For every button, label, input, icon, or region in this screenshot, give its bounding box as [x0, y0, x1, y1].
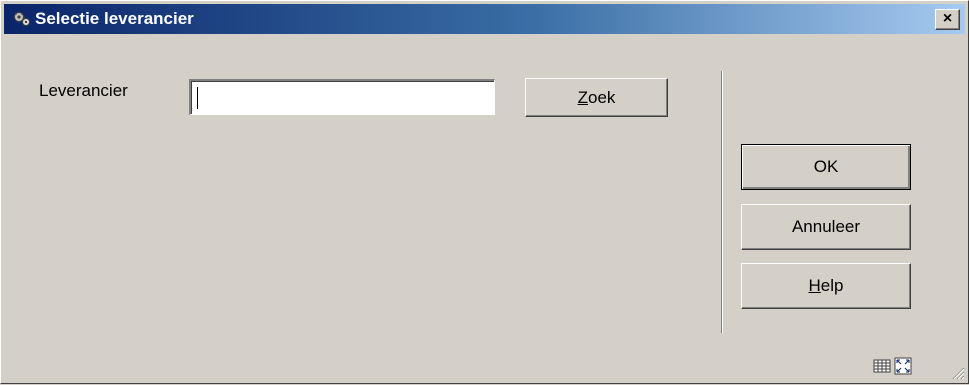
cancel-button-label: Annuleer: [791, 217, 861, 236]
title-bar[interactable]: Selectie leverancier ×: [4, 4, 965, 34]
keyboard-icon[interactable]: [873, 357, 891, 375]
ok-button-label: OK: [813, 157, 839, 176]
close-button[interactable]: ×: [935, 9, 960, 30]
help-button-label: elp: [820, 276, 844, 295]
dialog-window: Selectie leverancier × Leverancier Zoek …: [0, 0, 969, 384]
cancel-button[interactable]: Annuleer: [741, 204, 911, 250]
window-title: Selectie leverancier: [35, 9, 194, 28]
help-button[interactable]: Help: [741, 263, 911, 309]
help-button-mnemonic: H: [808, 276, 821, 295]
close-icon: ×: [942, 10, 953, 27]
maximize-icon[interactable]: [894, 357, 912, 375]
text-caret: [197, 87, 198, 109]
search-button-label: oek: [587, 87, 616, 107]
search-button[interactable]: Zoek: [525, 78, 668, 117]
ok-button[interactable]: OK: [741, 144, 911, 190]
resize-grip-icon[interactable]: [951, 365, 965, 380]
supplier-input[interactable]: [189, 79, 495, 115]
vertical-separator: [721, 71, 723, 333]
app-gear-icon: [12, 10, 32, 28]
supplier-label: Leverancier: [39, 81, 128, 100]
search-button-mnemonic: Z: [577, 87, 588, 107]
